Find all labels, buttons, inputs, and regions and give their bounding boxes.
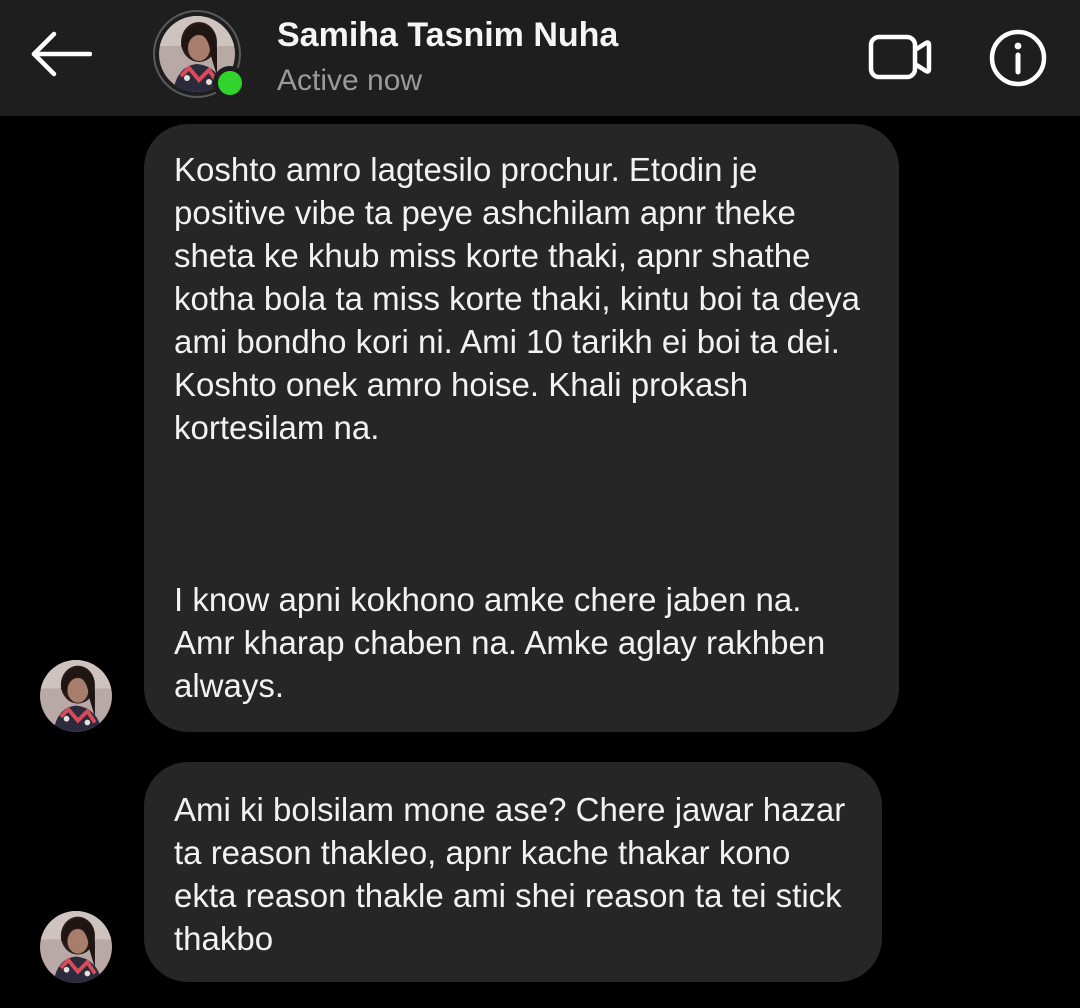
sender-avatar[interactable] [40, 911, 112, 983]
online-status-dot [213, 66, 247, 100]
active-status: Active now [277, 64, 423, 97]
message-text: Koshto amro lagtesilo prochur. Etodin je… [174, 151, 861, 446]
message-bubble[interactable]: Koshto amro lagtesilo prochur. Etodin je… [144, 124, 899, 732]
message-bubble[interactable]: Ami ki bolsilam mone ase? Chere jawar ha… [144, 762, 882, 982]
chat-header: Samiha Tasnim Nuha Active now [0, 0, 1080, 116]
video-call-icon [868, 34, 932, 80]
back-button[interactable] [24, 22, 96, 86]
contact-name[interactable]: Samiha Tasnim Nuha [277, 16, 618, 55]
info-icon [989, 29, 1047, 87]
video-call-button[interactable] [862, 28, 938, 86]
back-arrow-icon [31, 31, 92, 77]
message-text: Ami ki bolsilam mone ase? Chere jawar ha… [174, 791, 846, 957]
sender-avatar[interactable] [40, 660, 112, 732]
info-button[interactable] [986, 26, 1050, 90]
contact-avatar[interactable] [153, 10, 247, 102]
message-text: I know apni kokhono amke chere jaben na.… [174, 581, 826, 704]
